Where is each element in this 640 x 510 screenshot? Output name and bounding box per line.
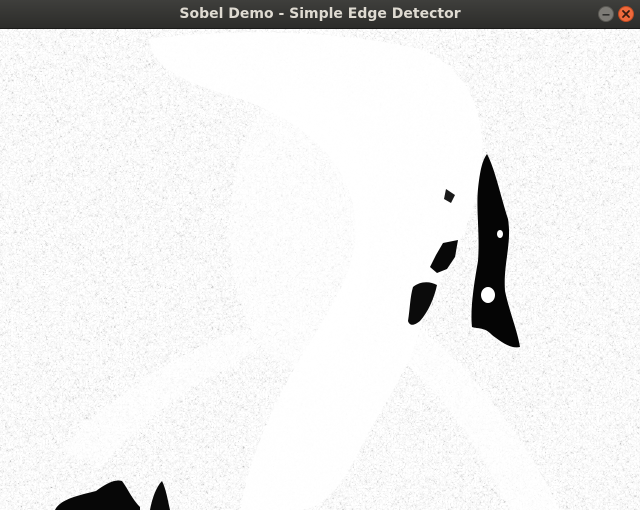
- close-button[interactable]: [618, 6, 634, 22]
- close-icon: [622, 10, 630, 18]
- minimize-button[interactable]: [598, 6, 614, 22]
- minimize-icon: [602, 14, 610, 16]
- app-window: Sobel Demo - Simple Edge Detector: [0, 0, 640, 510]
- sobel-output-image: [0, 29, 640, 510]
- window-title: Sobel Demo - Simple Edge Detector: [179, 6, 461, 22]
- edge-image-canvas[interactable]: [0, 29, 640, 510]
- title-bar[interactable]: Sobel Demo - Simple Edge Detector: [0, 0, 640, 29]
